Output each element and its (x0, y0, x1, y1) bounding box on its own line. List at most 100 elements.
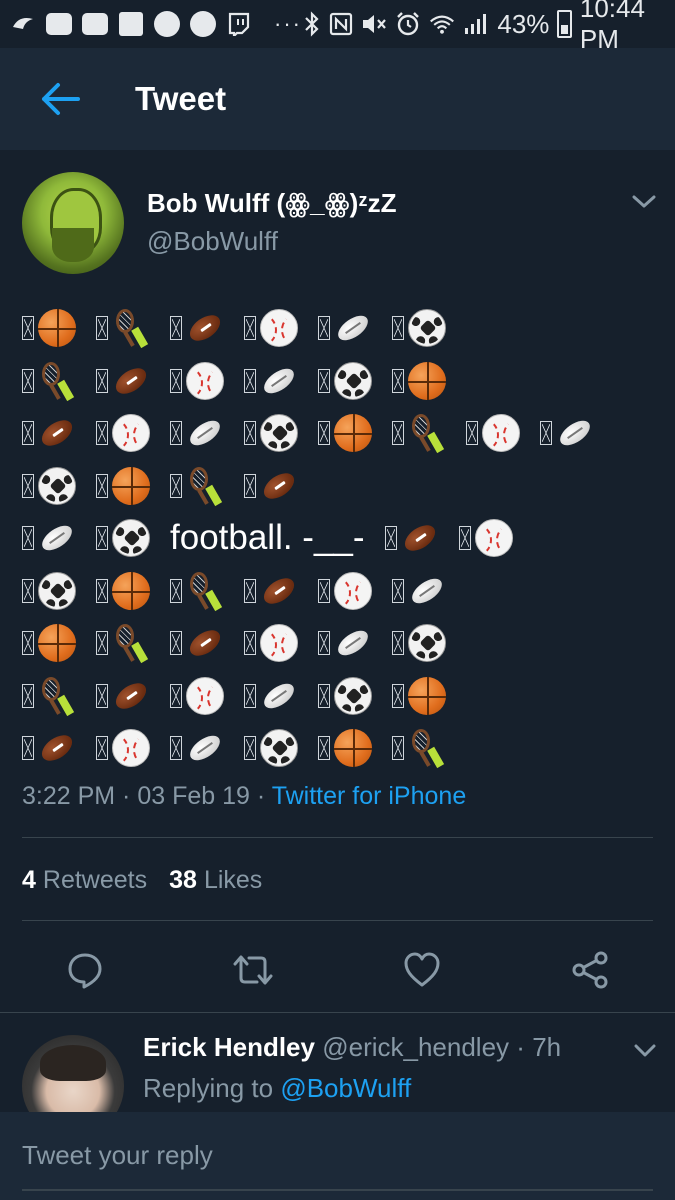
missing-glyph-box (392, 578, 404, 603)
missing-glyph-box (170, 421, 182, 446)
tennis-icon (186, 571, 224, 610)
author-avatar[interactable] (22, 172, 124, 274)
emoji-tennis (392, 414, 446, 452)
likes-stat[interactable]: 38 Likes (169, 866, 262, 895)
football-icon (260, 467, 298, 505)
emoji-tennis (170, 466, 224, 505)
tennis-icon (186, 466, 224, 505)
missing-glyph-box (96, 631, 108, 656)
rugby-icon (556, 414, 594, 452)
emoji-rugby (244, 362, 298, 400)
football-icon (38, 729, 76, 767)
system-icons: 43% 10:44 PM (302, 0, 675, 55)
baseball-icon (260, 309, 298, 348)
bluetooth-icon (302, 11, 321, 37)
tweet-line (22, 670, 662, 723)
missing-glyph-box (96, 368, 108, 393)
chevron-down-icon[interactable] (632, 1042, 658, 1060)
soccer-icon (260, 414, 298, 453)
reply-age: 7h (532, 1032, 562, 1062)
reply-input[interactable] (22, 1140, 652, 1171)
missing-glyph-box (96, 473, 108, 498)
reply-button[interactable] (60, 945, 110, 995)
tweet-actions (0, 945, 675, 1005)
emoji-baseball (318, 571, 372, 610)
missing-glyph-box (244, 736, 256, 761)
emoji-baseball (458, 519, 513, 558)
football-icon (186, 309, 224, 347)
youtube-icon-2 (82, 11, 108, 37)
retweet-button[interactable] (228, 945, 278, 995)
rugby-icon (334, 624, 372, 662)
author-name[interactable]: Bob Wulff (ꙮ_ꙮ)ᶻzZ (147, 188, 397, 219)
tweet-source-link[interactable]: Twitter for iPhone (272, 782, 467, 810)
missing-glyph-box (170, 578, 182, 603)
more-notifications-icon: ··· (274, 11, 302, 36)
baseball-icon (186, 361, 224, 400)
smiley-icon-2 (190, 11, 216, 37)
chevron-down-icon[interactable] (630, 192, 658, 212)
reply-separator: · (516, 1032, 525, 1062)
emoji-football (96, 362, 150, 400)
retweets-stat[interactable]: 4 Retweets (22, 866, 147, 895)
emoji-soccer (318, 676, 372, 715)
basketball-icon (38, 624, 76, 663)
cell-signal-icon (463, 11, 489, 37)
author-handle[interactable]: @BobWulff (147, 226, 278, 257)
share-button[interactable] (565, 945, 615, 995)
baseball-icon (334, 571, 372, 610)
battery-percent: 43% (497, 8, 550, 39)
tweet-line (22, 460, 662, 513)
emoji-football (384, 519, 439, 557)
missing-glyph-box (244, 578, 256, 603)
tennis-icon (112, 624, 150, 662)
app-header: Tweet (0, 48, 675, 150)
emoji-soccer (96, 519, 150, 558)
like-button[interactable] (397, 945, 447, 995)
emoji-rugby (392, 572, 446, 610)
missing-glyph-box (96, 526, 108, 551)
reply-author-name[interactable]: Erick Hendley (143, 1032, 315, 1062)
reply-author-handle[interactable]: @erick_hendley (322, 1032, 509, 1062)
emoji-soccer (392, 624, 446, 663)
tweet-line (22, 355, 662, 408)
missing-glyph-box (318, 368, 330, 393)
tennis-icon (408, 414, 446, 452)
retweets-count: 4 (22, 866, 36, 894)
emoji-basketball (96, 571, 150, 610)
missing-glyph-box (392, 368, 404, 393)
emoji-soccer (22, 466, 76, 505)
emoji-basketball (318, 729, 372, 768)
share-icon (572, 951, 608, 989)
missing-glyph-box (22, 683, 34, 708)
missing-glyph-box (318, 421, 330, 446)
emoji-soccer (244, 729, 298, 768)
wifi-icon (429, 11, 455, 37)
missing-glyph-box (170, 631, 182, 656)
missing-glyph-box (22, 736, 34, 761)
facebook-icon (118, 11, 144, 37)
back-button[interactable] (30, 69, 90, 129)
arrow-left-icon (42, 83, 80, 115)
missing-glyph-box (244, 473, 256, 498)
missing-glyph-box (392, 683, 404, 708)
replying-to-link[interactable]: @BobWulff (280, 1073, 411, 1103)
emoji-football (170, 309, 224, 347)
tweet-inline-text: football. -__- (170, 518, 365, 558)
rugby-icon (260, 677, 298, 715)
emoji-football (244, 572, 298, 610)
status-bar: ··· 43% 10:44 PM (0, 0, 675, 54)
emoji-tennis (96, 309, 150, 347)
emoji-rugby (318, 309, 372, 347)
emoji-soccer (318, 361, 372, 400)
basketball-icon (334, 729, 372, 768)
emoji-baseball (244, 624, 298, 663)
football-icon (112, 677, 150, 715)
emoji-tennis (392, 729, 446, 767)
missing-glyph-box (392, 316, 404, 341)
football-icon (401, 519, 439, 557)
tweet-date: 03 Feb 19 (137, 782, 250, 810)
football-icon (186, 624, 224, 662)
soccer-icon (112, 519, 150, 558)
tweet-line (22, 565, 662, 618)
